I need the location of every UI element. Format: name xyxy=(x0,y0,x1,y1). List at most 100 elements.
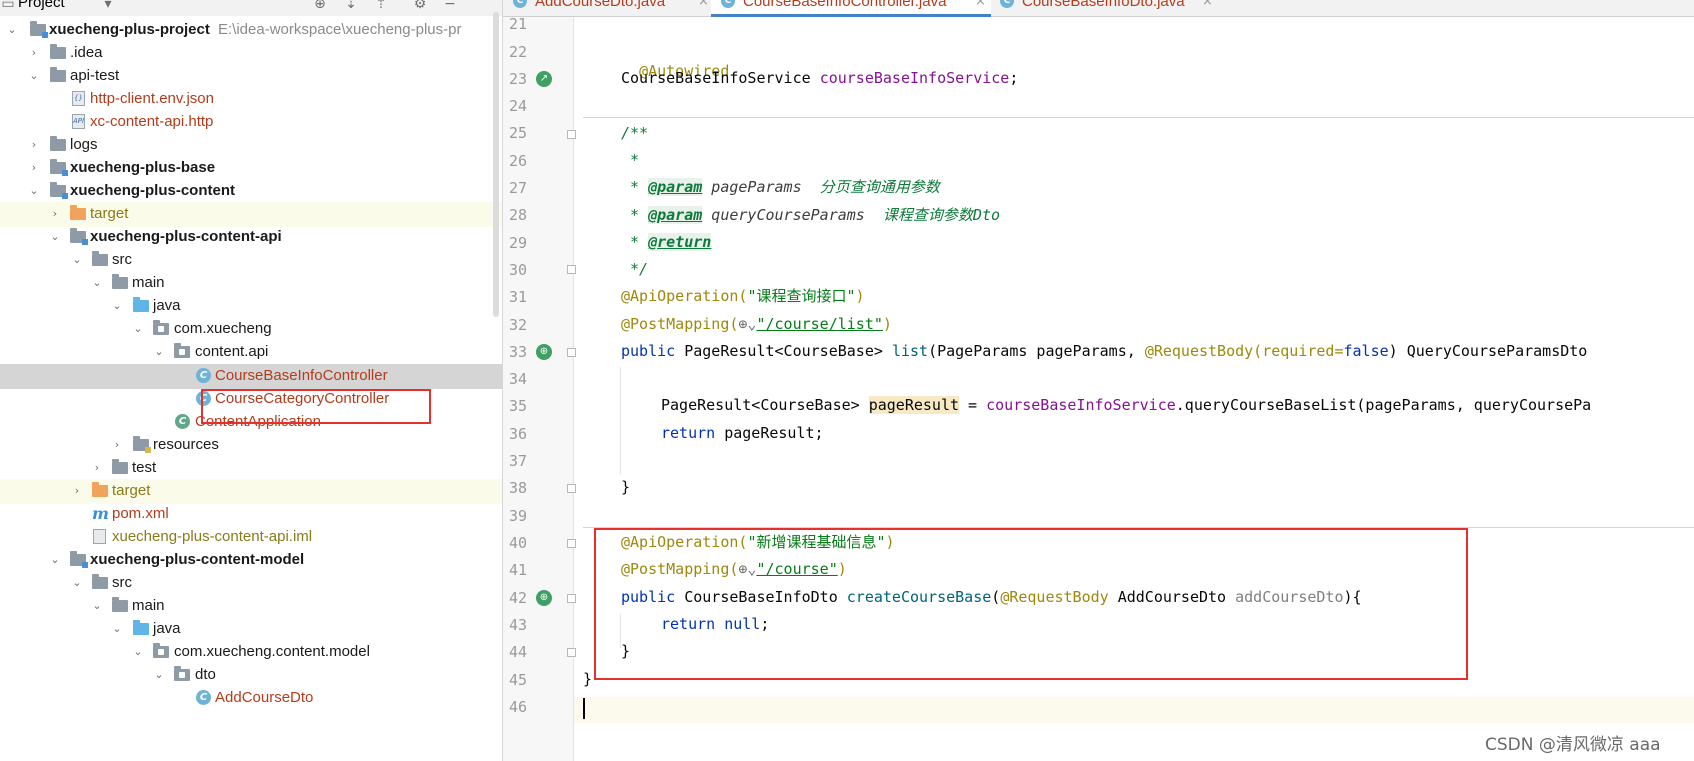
code-token: ) QueryCourseParamsDto xyxy=(1388,342,1588,360)
spring-bean-icon[interactable]: ↗ xyxy=(536,71,552,87)
tree-node-main[interactable]: ⌄ main xyxy=(0,594,502,619)
chevron-down-icon[interactable]: ⌄ xyxy=(70,252,84,268)
select-opened-file-icon[interactable]: ⊕ xyxy=(312,0,328,12)
code-line-38: } xyxy=(621,477,630,497)
line-number: 42 xyxy=(508,589,527,607)
code-token: courseBaseInfoService xyxy=(819,69,1010,87)
tree-node-java[interactable]: ⌄ java xyxy=(0,294,502,319)
close-icon[interactable]: × xyxy=(698,0,709,10)
tree-node-api-test[interactable]: ⌄ api-test xyxy=(0,64,502,89)
fold-marker-icon[interactable] xyxy=(567,539,576,548)
tree-node-com-xuecheng[interactable]: ⌄ com.xuecheng xyxy=(0,317,502,342)
tree-node-xc-content-api-http[interactable]: API xc-content-api.http xyxy=(0,110,502,135)
project-view-icon[interactable]: ▭ xyxy=(0,0,16,12)
code-line-32: @PostMapping(⊕⌄"/course/list") xyxy=(621,314,892,334)
tree-node-content-api[interactable]: ⌄ content.api xyxy=(0,340,502,365)
package-icon xyxy=(174,343,192,360)
chevron-down-icon[interactable]: ⌄ xyxy=(152,344,166,360)
tree-node-resources[interactable]: › resources xyxy=(0,433,502,458)
hide-panel-icon[interactable]: − xyxy=(442,0,458,12)
gear-icon[interactable]: ⚙ xyxy=(412,0,428,12)
java-class-icon: C xyxy=(196,690,214,706)
chevron-right-icon[interactable]: › xyxy=(27,45,41,61)
view-dropdown-chevron-icon[interactable]: ▾ xyxy=(100,0,116,12)
http-file-icon: API xyxy=(72,114,90,130)
close-icon[interactable]: × xyxy=(1202,0,1213,10)
tree-node-pom-xml[interactable]: m pom.xml xyxy=(0,502,502,527)
tree-node-label: xuecheng-plus-content xyxy=(70,182,236,199)
chevron-right-icon[interactable]: › xyxy=(110,437,124,453)
project-panel-title[interactable]: Project xyxy=(18,0,65,11)
java-class-icon: C xyxy=(196,368,214,384)
tree-node-xuecheng-plus-content-api[interactable]: ⌄ xuecheng-plus-content-api xyxy=(0,225,502,250)
java-class-icon: C xyxy=(1000,0,1014,8)
tree-node-src[interactable]: ⌄ src xyxy=(0,248,502,273)
chevron-down-icon[interactable]: ⌄ xyxy=(90,275,104,291)
chevron-right-icon[interactable]: › xyxy=(70,483,84,499)
chevron-down-icon[interactable]: ⌄ xyxy=(48,552,62,568)
tree-node-coursebaseinfocontroller[interactable]: C CourseBaseInfoController xyxy=(0,364,502,389)
fold-marker-icon[interactable] xyxy=(567,265,576,274)
tree-node-addcoursedto[interactable]: C AddCourseDto xyxy=(0,686,502,711)
editor-tabs: C AddCourseDto.java × C CourseBaseInfoCo… xyxy=(503,0,1694,17)
tree-node-http-client-env[interactable]: {} http-client.env.json xyxy=(0,87,502,112)
fold-marker-icon[interactable] xyxy=(567,594,576,603)
expand-all-icon[interactable]: ⇣ xyxy=(343,0,359,12)
tree-node-target[interactable]: › target xyxy=(0,479,502,504)
tree-node-xuecheng-plus-project[interactable]: ⌄ xuecheng-plus-project E:\idea-workspac… xyxy=(0,18,502,43)
chevron-right-icon[interactable]: › xyxy=(90,460,104,476)
chevron-down-icon[interactable]: ⌄ xyxy=(90,598,104,614)
chevron-down-icon[interactable]: ⌄ xyxy=(131,321,145,337)
chevron-down-icon[interactable]: ⌄ xyxy=(70,575,84,591)
chevron-down-icon[interactable]: ⌄ xyxy=(110,621,124,637)
chevron-down-icon[interactable]: ⌄ xyxy=(27,183,41,199)
tab-coursebaseinfodto[interactable]: C CourseBaseInfoDto.java × xyxy=(1000,0,1220,16)
tree-node-xuecheng-plus-content-model[interactable]: ⌄ xuecheng-plus-content-model xyxy=(0,548,502,573)
tree-node-java[interactable]: ⌄ java xyxy=(0,617,502,642)
chevron-right-icon[interactable]: › xyxy=(48,206,62,222)
tab-addcoursedto[interactable]: C AddCourseDto.java × xyxy=(513,0,709,16)
line-number: 45 xyxy=(508,671,527,689)
code-line-45: } xyxy=(583,669,592,689)
globe-icon[interactable]: ⊕⌄ xyxy=(738,315,756,333)
tree-node-xuecheng-plus-content[interactable]: ⌄ xuecheng-plus-content xyxy=(0,179,502,204)
fold-marker-icon[interactable] xyxy=(567,648,576,657)
tree-node-test[interactable]: › test xyxy=(0,456,502,481)
tree-node-xuecheng-plus-base[interactable]: › xuecheng-plus-base xyxy=(0,156,502,181)
chevron-down-icon[interactable]: ⌄ xyxy=(48,229,62,245)
tree-node-dto[interactable]: ⌄ dto xyxy=(0,663,502,688)
collapse-all-icon[interactable]: ⇡ xyxy=(373,0,389,12)
tree-node-main[interactable]: ⌄ main xyxy=(0,271,502,296)
fold-marker-icon[interactable] xyxy=(567,484,576,493)
code-line-27: * @param pageParams 分页查询通用参数 xyxy=(621,177,940,197)
tab-coursebaseinfocontroller[interactable]: C CourseBaseInfoController.java × xyxy=(711,0,991,17)
chevron-down-icon[interactable]: ⌄ xyxy=(152,667,166,683)
module-folder-icon xyxy=(70,551,88,568)
chevron-down-icon[interactable]: ⌄ xyxy=(110,298,124,314)
chevron-down-icon[interactable]: ⌄ xyxy=(5,22,19,38)
chevron-down-icon[interactable]: ⌄ xyxy=(27,68,41,84)
project-panel-header: ▭ Project ▾ ⊕ ⇣ ⇡ ⚙ − xyxy=(0,0,502,16)
tab-label: CourseBaseInfoDto.java xyxy=(1022,0,1185,10)
chevron-right-icon[interactable]: › xyxy=(27,137,41,153)
code-token: * xyxy=(621,151,640,169)
tree-node-idea[interactable]: › .idea xyxy=(0,41,502,66)
chevron-down-icon[interactable]: ⌄ xyxy=(131,644,145,660)
fold-marker-icon[interactable] xyxy=(567,130,576,139)
spring-web-endpoint-icon[interactable]: ⊕ xyxy=(536,344,552,360)
tree-node-src[interactable]: ⌄ src xyxy=(0,571,502,596)
project-scrollbar[interactable] xyxy=(493,12,499,317)
chevron-right-icon[interactable]: › xyxy=(27,160,41,176)
folder-icon xyxy=(50,67,68,84)
tree-node-target[interactable]: › target xyxy=(0,202,502,227)
tree-node-iml-file[interactable]: xuecheng-plus-content-api.iml xyxy=(0,525,502,550)
tree-node-logs[interactable]: › logs xyxy=(0,133,502,158)
spring-web-endpoint-icon[interactable]: ⊕ xyxy=(536,590,552,606)
java-class-icon: C xyxy=(513,0,527,8)
tree-node-com-xuecheng-content-model[interactable]: ⌄ com.xuecheng.content.model xyxy=(0,640,502,665)
fold-marker-icon[interactable] xyxy=(567,348,576,357)
maven-icon: m xyxy=(92,504,109,523)
code-token: PageResult<CourseBase> xyxy=(684,342,892,360)
code-token: 课程查询参数Dto xyxy=(882,206,1000,224)
close-icon[interactable]: × xyxy=(975,0,986,10)
